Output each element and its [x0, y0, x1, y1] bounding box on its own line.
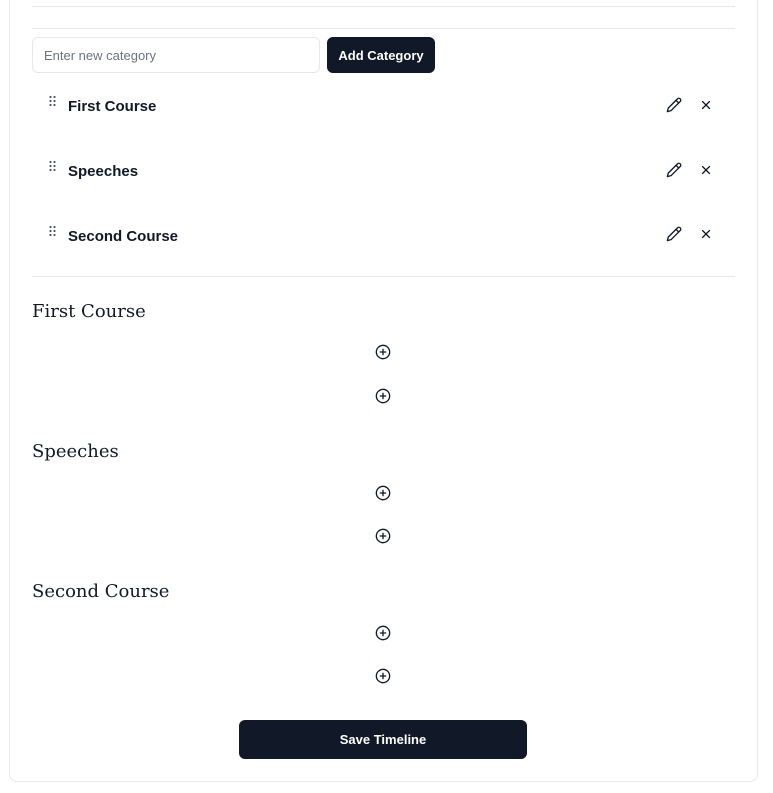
- close-icon[interactable]: [696, 160, 716, 180]
- drag-handle-icon[interactable]: [48, 225, 58, 239]
- plus-circle-icon[interactable]: [375, 388, 391, 404]
- plus-circle-icon[interactable]: [375, 668, 391, 684]
- category-item[interactable]: Second Course: [32, 225, 735, 265]
- plus-circle-icon[interactable]: [375, 528, 391, 544]
- category-label: First Course: [68, 98, 157, 115]
- section-title-speeches: Speeches: [32, 441, 119, 462]
- category-item[interactable]: First Course: [32, 95, 735, 135]
- drag-handle-icon[interactable]: [48, 160, 58, 174]
- add-category-button[interactable]: Add Category: [327, 37, 435, 73]
- list-divider: [32, 276, 735, 277]
- drag-handle-icon[interactable]: [48, 95, 58, 109]
- pencil-icon[interactable]: [664, 95, 684, 115]
- section-title-first-course: First Course: [32, 301, 146, 322]
- form-divider: [32, 28, 735, 29]
- close-icon[interactable]: [696, 224, 716, 244]
- close-icon[interactable]: [696, 95, 716, 115]
- section-title-second-course: Second Course: [32, 581, 170, 602]
- plus-circle-icon[interactable]: [375, 485, 391, 501]
- pencil-icon[interactable]: [664, 224, 684, 244]
- pencil-icon[interactable]: [664, 160, 684, 180]
- plus-circle-icon[interactable]: [375, 344, 391, 360]
- top-divider: [32, 6, 735, 7]
- new-category-input[interactable]: [32, 37, 320, 73]
- category-label: Second Course: [68, 228, 179, 245]
- plus-circle-icon[interactable]: [375, 625, 391, 641]
- category-item[interactable]: Speeches: [32, 160, 735, 200]
- save-timeline-button[interactable]: Save Timeline: [239, 720, 527, 759]
- category-label: Speeches: [68, 163, 139, 180]
